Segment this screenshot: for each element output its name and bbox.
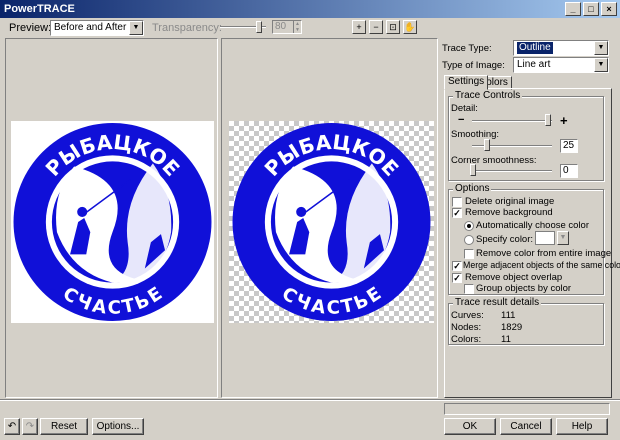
options-button[interactable]: Options...	[92, 418, 144, 435]
specify-color-radio[interactable]	[464, 235, 474, 245]
remove-overlap-checkbox[interactable]: ✓	[452, 273, 462, 283]
chevron-down-icon[interactable]: ▼	[594, 41, 608, 55]
image-type-label: Type of Image:	[442, 60, 505, 71]
smoothing-slider-thumb[interactable]	[484, 139, 490, 151]
options-title: Options	[453, 183, 492, 194]
spin-arrows-icon[interactable]: ▲ ▼	[293, 21, 301, 33]
curves-value: 111	[501, 310, 516, 321]
remove-background-checkbox[interactable]: ✓	[452, 208, 462, 218]
remove-overlap-label: Remove object overlap	[465, 272, 563, 283]
bottom-divider	[0, 399, 620, 401]
chevron-down-icon[interactable]: ▼	[129, 21, 143, 35]
undo-icon[interactable]: ↶	[4, 418, 20, 435]
auto-color-label: Automatically choose color	[476, 220, 589, 231]
trace-type-label: Trace Type:	[442, 43, 492, 54]
nodes-label: Nodes:	[451, 322, 482, 333]
redo-icon[interactable]: ↷	[22, 418, 38, 435]
colors-value: 11	[501, 334, 511, 345]
nodes-value: 1829	[501, 322, 523, 333]
zoom-out-icon[interactable]: −	[369, 20, 383, 34]
preview-select-value: Before and After	[54, 22, 127, 33]
transparency-slider-thumb[interactable]	[256, 21, 262, 33]
detail-slider-thumb[interactable]	[545, 114, 551, 126]
preview-select[interactable]: Before and After ▼	[50, 20, 144, 36]
delete-original-checkbox[interactable]	[452, 197, 462, 207]
transparency-input[interactable]: 80 ▲ ▼	[272, 20, 302, 34]
eyedropper-icon[interactable]: ▼	[557, 231, 569, 245]
specify-color-label: Specify color:	[476, 234, 534, 245]
corner-smoothness-slider[interactable]	[472, 170, 552, 172]
corner-smoothness-input[interactable]: 0	[560, 164, 578, 178]
trace-results-title: Trace result details	[453, 297, 542, 308]
tab-settings[interactable]: Settings	[444, 75, 489, 90]
close-button[interactable]: ×	[601, 2, 617, 16]
remove-entire-checkbox[interactable]	[464, 249, 474, 259]
image-type-select[interactable]: Line art ▼	[513, 57, 609, 73]
colors-label: Colors:	[451, 334, 482, 345]
title-bar: PowerTRACE _ □ ×	[0, 0, 620, 18]
transparency-value: 80	[275, 21, 287, 32]
auto-color-radio[interactable]	[464, 221, 474, 231]
preview-label: Preview:	[9, 22, 52, 34]
zoom-fit-icon[interactable]: ⊡	[386, 20, 400, 34]
plus-icon[interactable]: +	[560, 113, 568, 128]
smoothing-label: Smoothing:	[451, 129, 500, 140]
zoom-in-icon[interactable]: +	[352, 20, 366, 34]
color-swatch[interactable]	[535, 231, 555, 245]
minus-icon[interactable]: −	[458, 114, 464, 126]
merge-adjacent-checkbox[interactable]: ✓	[452, 261, 462, 271]
reset-button[interactable]: Reset	[40, 418, 88, 435]
smoothing-value: 25	[563, 140, 575, 151]
window-title: PowerTRACE	[4, 3, 75, 15]
cancel-button[interactable]: Cancel	[500, 418, 552, 435]
detail-slider[interactable]	[472, 120, 552, 122]
curves-label: Curves:	[451, 310, 484, 321]
before-image: РЫБАЦКОЕ СЧАСТЬЕ	[11, 121, 214, 323]
smoothing-input[interactable]: 25	[560, 139, 578, 153]
group-by-color-checkbox[interactable]	[464, 284, 474, 294]
minimize-button[interactable]: _	[565, 2, 581, 16]
progress-bar	[444, 403, 610, 415]
detail-label: Detail:	[451, 103, 478, 114]
trace-controls-title: Trace Controls	[453, 90, 523, 101]
delete-original-label: Delete original image	[465, 196, 555, 207]
trace-type-select[interactable]: Outline ▼	[513, 40, 609, 56]
corner-smoothness-value: 0	[563, 165, 569, 176]
chevron-down-icon[interactable]: ▼	[594, 58, 608, 72]
remove-entire-label: Remove color from entire image	[476, 248, 612, 259]
merge-adjacent-label: Merge adjacent objects of the same color	[463, 260, 620, 270]
fishing-logo-before: РЫБАЦКОЕ СЧАСТЬЕ	[13, 123, 212, 321]
transparency-label: Transparency:	[152, 22, 222, 34]
maximize-button[interactable]: □	[583, 2, 599, 16]
remove-background-label: Remove background	[465, 207, 553, 218]
corner-smoothness-slider-thumb[interactable]	[470, 164, 476, 176]
trace-type-value: Outline	[517, 42, 553, 54]
help-button[interactable]: Help	[556, 418, 608, 435]
group-by-color-label: Group objects by color	[476, 283, 572, 294]
ok-button[interactable]: OK	[444, 418, 496, 435]
after-image: РЫБАЦКОЕ СЧАСТЬЕ	[229, 121, 434, 323]
corner-smoothness-label: Corner smoothness:	[451, 155, 537, 166]
pan-hand-icon[interactable]: ✋	[403, 20, 417, 34]
image-type-value: Line art	[517, 59, 551, 70]
fishing-logo-after: РЫБАЦКОЕ СЧАСТЬЕ	[232, 123, 431, 321]
